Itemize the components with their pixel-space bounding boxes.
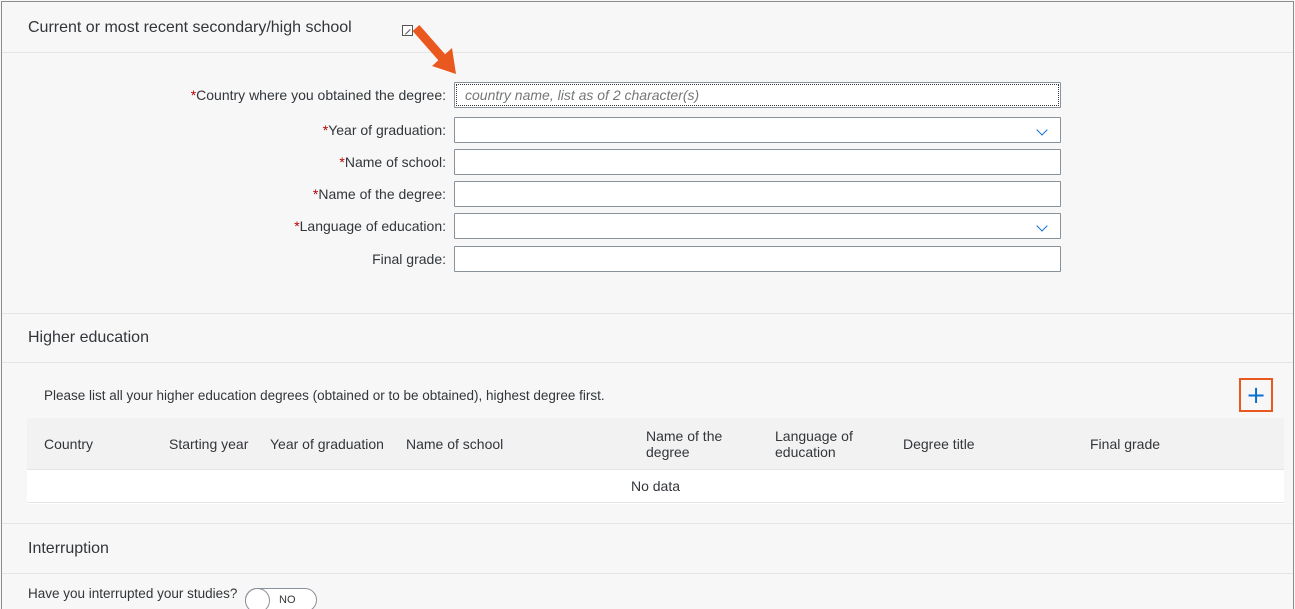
form-row-year: *Year of graduation: <box>2 117 1102 143</box>
toggle-knob[interactable] <box>245 588 270 609</box>
school-label: *Name of school: <box>339 154 446 170</box>
chevron-down-icon[interactable] <box>1036 220 1048 232</box>
form-row-language: *Language of education: <box>2 213 1102 239</box>
secondary-section-header: Current or most recent secondary/high sc… <box>2 2 1293 53</box>
form-row-school: *Name of school: <box>2 149 1102 175</box>
toggle-label: NO <box>279 594 296 606</box>
form-row-country: *Country where you obtained the degree: <box>2 82 1102 108</box>
column-header-name-of-school[interactable]: Name of school <box>406 436 503 452</box>
higher-section-title: Higher education <box>28 329 149 346</box>
column-header-degree-title[interactable]: Degree title <box>903 436 975 452</box>
divider <box>2 362 1293 363</box>
grade-label: Final grade: <box>372 251 446 267</box>
higher-education-table: Country Starting year Year of graduation… <box>27 418 1284 504</box>
column-header-name-of-degree[interactable]: Name of the degree <box>646 428 736 460</box>
higher-help-text: Please list all your higher education de… <box>44 388 605 403</box>
language-label: *Language of education: <box>294 218 446 234</box>
table-header: Country Starting year Year of graduation… <box>27 418 1284 470</box>
form-row-grade: Final grade: <box>2 246 1102 272</box>
country-label: *Country where you obtained the degree: <box>190 87 446 103</box>
interruption-question: Have you interrupted your studies? <box>28 586 238 601</box>
table-empty-message: No data <box>27 470 1284 503</box>
form-row-degree: *Name of the degree: <box>2 181 1102 207</box>
column-header-year-of-graduation[interactable]: Year of graduation <box>270 436 384 452</box>
column-header-language[interactable]: Language of education <box>775 428 865 460</box>
column-header-country[interactable]: Country <box>44 436 93 452</box>
year-label: *Year of graduation: <box>322 122 446 138</box>
school-input[interactable] <box>454 149 1061 175</box>
divider <box>2 523 1293 524</box>
arrow-annotation-icon <box>412 25 456 74</box>
divider <box>2 313 1293 314</box>
grade-input[interactable] <box>454 246 1061 272</box>
year-select[interactable] <box>454 117 1061 143</box>
add-degree-button[interactable]: + <box>1239 378 1273 412</box>
secondary-section-title: Current or most recent secondary/high sc… <box>28 19 352 36</box>
country-input[interactable] <box>454 82 1061 108</box>
degree-label: *Name of the degree: <box>312 186 446 202</box>
column-header-starting-year[interactable]: Starting year <box>169 436 248 452</box>
interruption-toggle[interactable]: NO <box>245 588 317 609</box>
column-header-final-grade[interactable]: Final grade <box>1090 436 1160 452</box>
chevron-down-icon[interactable] <box>1036 124 1048 136</box>
page-frame: Current or most recent secondary/high sc… <box>1 1 1294 609</box>
language-select[interactable] <box>454 213 1061 239</box>
degree-input[interactable] <box>454 181 1061 207</box>
divider <box>2 573 1293 574</box>
interruption-section-title: Interruption <box>28 540 109 557</box>
